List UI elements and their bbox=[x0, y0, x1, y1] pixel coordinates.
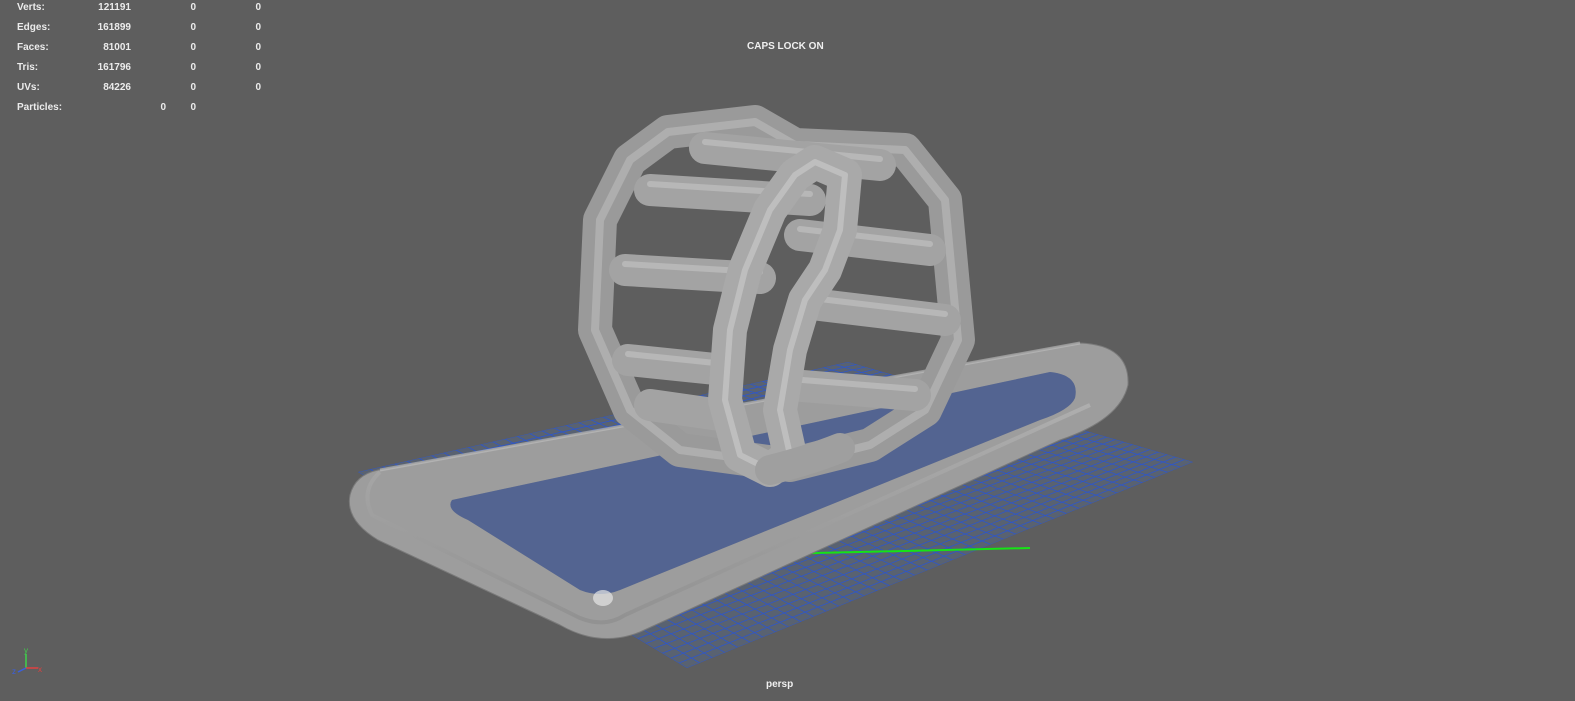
persp-viewport[interactable]: Verts: 121191 0 0 Edges: 161899 0 0 Face… bbox=[0, 0, 1575, 701]
caps-lock-indicator: CAPS LOCK ON bbox=[747, 41, 824, 52]
hud-value: 0 bbox=[255, 62, 261, 73]
hud-label: Tris: bbox=[17, 62, 39, 73]
hud-label: Faces: bbox=[17, 42, 49, 53]
hud-value: 0 bbox=[255, 22, 261, 33]
hud-value: 0 bbox=[255, 2, 261, 13]
axis-label-y: y bbox=[24, 646, 28, 655]
hud-value: 0 bbox=[255, 42, 261, 53]
scene-3d[interactable] bbox=[0, 0, 1575, 701]
inflatable-roller-wheel bbox=[578, 105, 975, 487]
hud-label: Verts: bbox=[17, 2, 45, 13]
hud-label: UVs: bbox=[17, 82, 40, 93]
view-axis-icon: y x z bbox=[12, 646, 42, 676]
camera-name-label: persp bbox=[766, 679, 794, 690]
hud-label: Particles: bbox=[17, 102, 63, 113]
axis-label-z: z bbox=[12, 667, 16, 676]
hud-value: 0 bbox=[255, 82, 261, 93]
hud-label: Edges: bbox=[17, 22, 51, 33]
axis-label-x: x bbox=[38, 665, 42, 674]
hud-value: 0 bbox=[190, 102, 196, 113]
